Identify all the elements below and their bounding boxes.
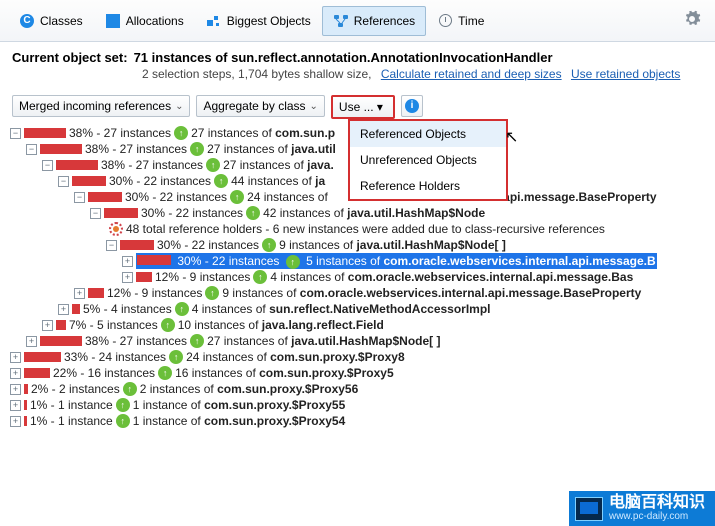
object-set-value: 71 instances of sun.reflect.annotation.A… <box>134 50 553 65</box>
references-icon <box>333 13 349 29</box>
collapse-icon[interactable]: − <box>90 208 101 219</box>
collapse-icon[interactable]: − <box>10 128 21 139</box>
expand-icon[interactable]: + <box>10 368 21 379</box>
time-icon <box>437 13 453 29</box>
object-set-header: Current object set: 71 instances of sun.… <box>0 42 715 85</box>
expand-icon[interactable]: + <box>122 272 133 283</box>
link-calc-retained[interactable]: Calculate retained and deep sizes <box>381 67 562 81</box>
combo-aggregate[interactable]: Aggregate by class ⌄ <box>196 95 324 117</box>
tree-row: + 5% - 4 instances ↑ 4 instances of sun.… <box>10 301 711 317</box>
link-use-retained[interactable]: Use retained objects <box>571 67 680 81</box>
combo-use[interactable]: Use ... ▾ <box>331 95 395 119</box>
chevron-down-icon: ⌄ <box>175 101 183 112</box>
watermark-icon <box>575 497 603 521</box>
tree-row: + 1% - 1 instance ↑ 1 instance of com.su… <box>10 413 711 429</box>
collapse-icon[interactable]: − <box>42 160 53 171</box>
collapse-icon[interactable]: − <box>26 144 37 155</box>
tree-row: + 12% - 9 instances ↑ 9 instances of com… <box>10 285 711 301</box>
chevron-down-icon: ⌄ <box>310 101 318 112</box>
tree-row: + 33% - 24 instances ↑ 24 instances of c… <box>10 349 711 365</box>
tab-biggest-objects[interactable]: Biggest Objects <box>195 6 322 36</box>
use-dropdown-menu: Referenced Objects Unreferenced Objects … <box>348 119 508 201</box>
tab-label: Classes <box>40 14 83 28</box>
tree-row: + 7% - 5 instances ↑ 10 instances of jav… <box>10 317 711 333</box>
tab-label: Biggest Objects <box>227 14 311 28</box>
tree-row: + 38% - 27 instances ↑ 27 instances of j… <box>10 333 711 349</box>
tab-classes[interactable]: C Classes <box>8 6 94 36</box>
collapse-icon[interactable]: − <box>58 176 69 187</box>
settings-gear-icon[interactable] <box>677 4 707 37</box>
object-set-label: Current object set: <box>12 50 128 65</box>
watermark: 电脑百科知识 www.pc-daily.com <box>569 491 715 526</box>
menu-item-holders[interactable]: Reference Holders <box>350 173 506 199</box>
expand-icon[interactable]: + <box>122 256 133 267</box>
tree-row: 48 total reference holders - 6 new insta… <box>10 221 711 237</box>
menu-item-referenced[interactable]: Referenced Objects <box>350 121 506 147</box>
tree-row: − 30% - 22 instances ↑ 9 instances of ja… <box>10 237 711 253</box>
expand-icon[interactable]: + <box>10 352 21 363</box>
expand-icon[interactable]: + <box>10 384 21 395</box>
tree-row: − 30% - 22 instances ↑ 42 instances of j… <box>10 205 711 221</box>
combo-reference-mode[interactable]: Merged incoming references ⌄ <box>12 95 190 117</box>
watermark-title: 电脑百科知识 <box>609 495 705 511</box>
tree-row: + 22% - 16 instances ↑ 16 instances of c… <box>10 365 711 381</box>
tree-row: + 2% - 2 instances ↑ 2 instances of com.… <box>10 381 711 397</box>
tree-row: + 12% - 9 instances ↑ 4 instances of com… <box>10 269 711 285</box>
tree-row: + 1% - 1 instance ↑ 1 instance of com.su… <box>10 397 711 413</box>
selection-summary: 2 selection steps, 1,704 bytes shallow s… <box>142 67 371 81</box>
tab-time[interactable]: Time <box>426 6 495 36</box>
tab-label: Time <box>458 14 484 28</box>
allocations-icon <box>105 13 121 29</box>
collapse-icon[interactable]: − <box>106 240 117 251</box>
biggest-icon <box>206 13 222 29</box>
main-toolbar: C Classes Allocations Biggest Objects Re… <box>0 0 715 42</box>
info-button[interactable]: i <box>401 95 423 117</box>
tab-label: Allocations <box>126 14 184 28</box>
info-icon: i <box>405 99 419 113</box>
tab-label: References <box>354 14 415 28</box>
expand-icon[interactable]: + <box>42 320 53 331</box>
expand-icon[interactable]: + <box>74 288 85 299</box>
menu-item-unreferenced[interactable]: Unreferenced Objects <box>350 147 506 173</box>
expand-icon[interactable]: + <box>10 416 21 427</box>
classes-icon: C <box>19 13 35 29</box>
tab-references[interactable]: References <box>322 6 426 36</box>
controls-bar: Merged incoming references ⌄ Aggregate b… <box>0 85 715 125</box>
recursive-icon <box>109 222 123 236</box>
up-arrow-icon: ↑ <box>174 126 188 140</box>
expand-icon[interactable]: + <box>10 400 21 411</box>
tab-allocations[interactable]: Allocations <box>94 6 195 36</box>
tree-row-selected: + 30% - 22 instances ↑ 5 instances of co… <box>10 253 711 269</box>
collapse-icon[interactable]: − <box>74 192 85 203</box>
watermark-url: www.pc-daily.com <box>609 511 705 522</box>
expand-icon[interactable]: + <box>58 304 69 315</box>
expand-icon[interactable]: + <box>26 336 37 347</box>
